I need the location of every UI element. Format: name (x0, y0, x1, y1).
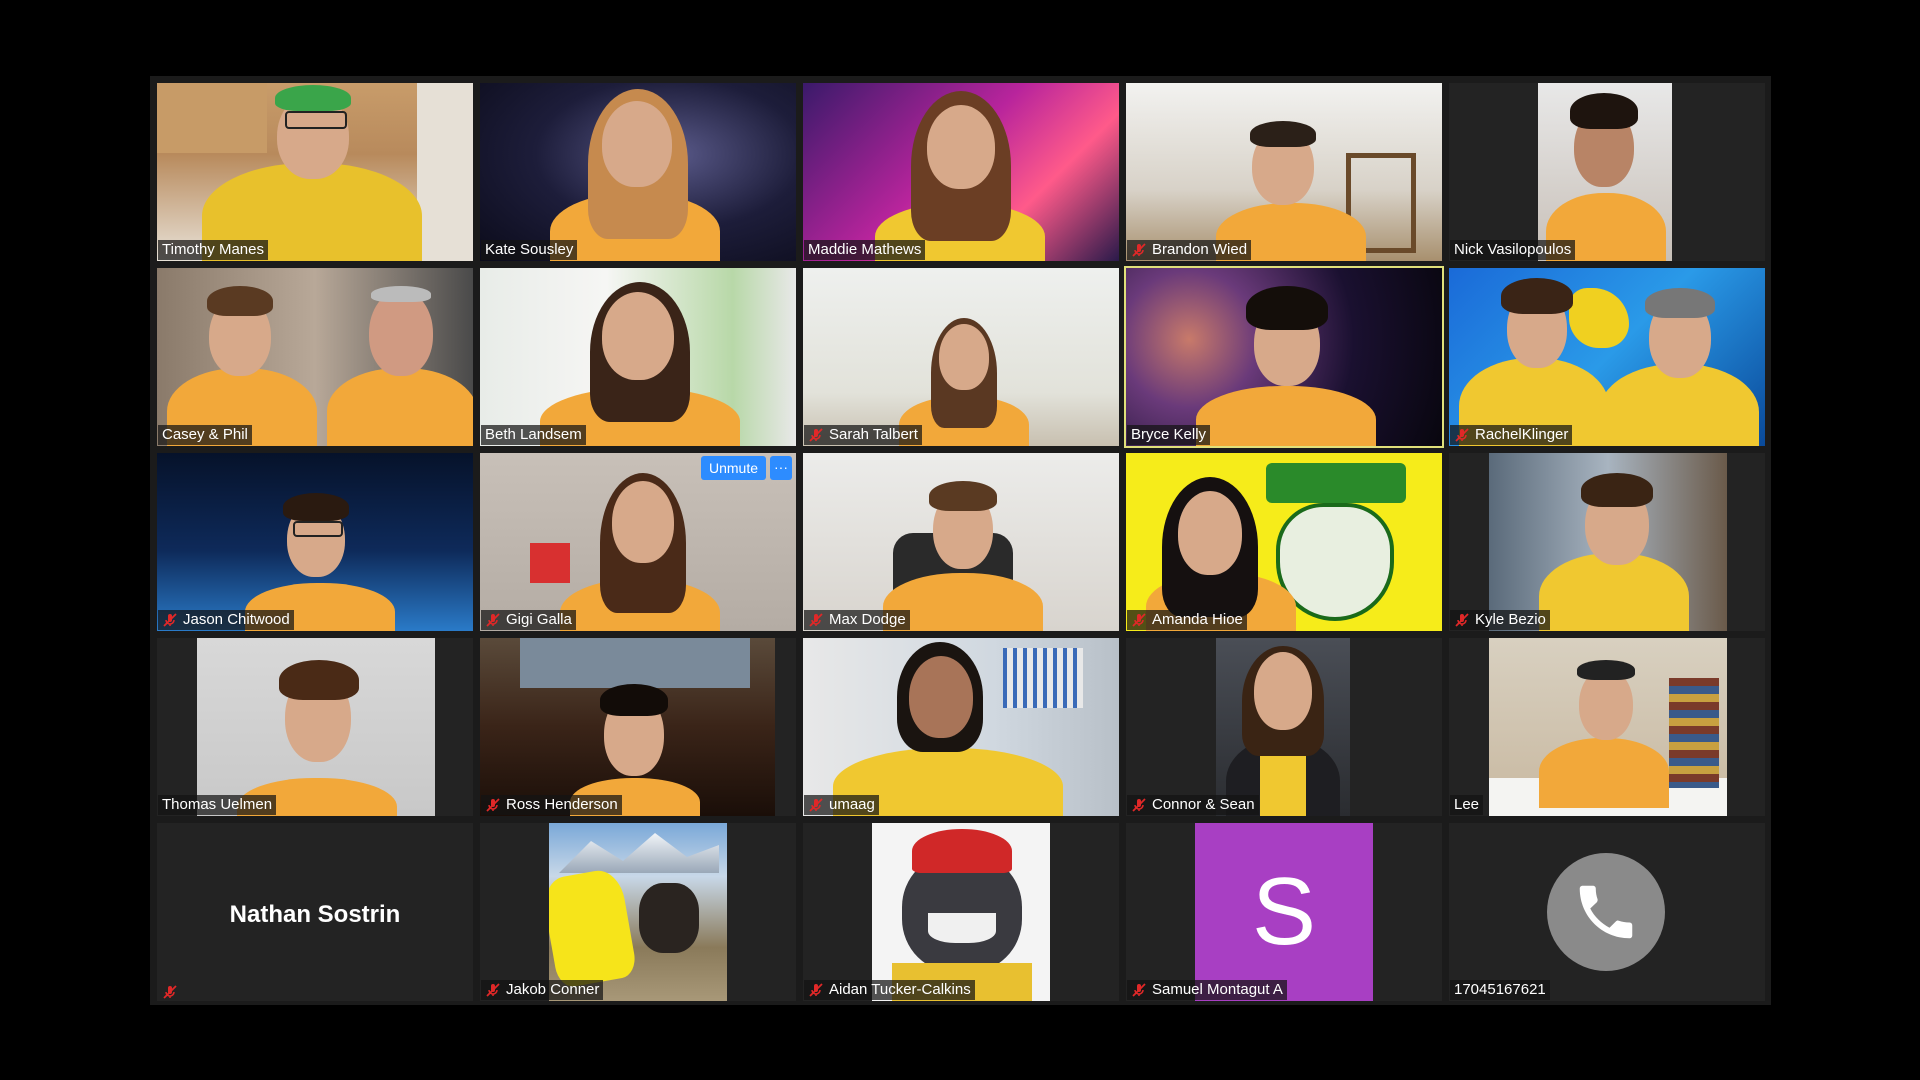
more-options-button[interactable]: ··· (770, 456, 792, 480)
participant-tile[interactable]: umaag (803, 638, 1119, 816)
participant-tile[interactable]: Nick Vasilopoulos (1449, 83, 1765, 261)
participant-video (1126, 453, 1442, 631)
participant-tile[interactable]: Maddie Mathews (803, 83, 1119, 261)
muted-mic-icon (1131, 242, 1147, 258)
muted-mic-icon (162, 984, 178, 1000)
participant-tile[interactable]: Kyle Bezio (1449, 453, 1765, 631)
muted-mic-icon (485, 612, 501, 628)
participant-display-name: Nathan Sostrin (229, 901, 401, 928)
participant-name: Ross Henderson (481, 795, 622, 815)
participant-name: Gigi Galla (481, 610, 576, 630)
participant-tile-video-off[interactable]: Nathan Sostrin (157, 823, 473, 1001)
participant-tile[interactable]: Thomas Uelmen (157, 638, 473, 816)
participant-tile-active-speaker[interactable]: Bryce Kelly (1124, 266, 1444, 448)
participant-video (197, 638, 435, 816)
participant-video (1126, 83, 1442, 261)
participant-video (803, 83, 1119, 261)
participant-video (803, 638, 1119, 816)
participant-name: Jason Chitwood (158, 610, 294, 630)
zoom-meeting-window: Timothy Manes Kate Sousley Maddie Mathew… (0, 0, 1920, 1080)
participant-name: RachelKlinger (1450, 425, 1573, 445)
participant-name: Jakob Conner (481, 980, 604, 1000)
participant-tile[interactable]: Sarah Talbert (803, 268, 1119, 446)
participant-tile[interactable]: RachelKlinger (1449, 268, 1765, 446)
muted-mic-icon (1454, 427, 1470, 443)
participant-name (158, 984, 187, 1000)
participant-video (1216, 638, 1350, 816)
participant-tile-video-off[interactable]: S Samuel Montagut A (1126, 823, 1442, 1001)
gallery-view: Timothy Manes Kate Sousley Maddie Mathew… (150, 76, 1771, 1005)
participant-tile-phone[interactable]: 17045167621 (1449, 823, 1765, 1001)
muted-mic-icon (1131, 612, 1147, 628)
participant-tile[interactable]: Beth Landsem (480, 268, 796, 446)
participant-name: Aidan Tucker-Calkins (804, 980, 975, 1000)
participant-tile[interactable]: Max Dodge (803, 453, 1119, 631)
participant-name: Beth Landsem (481, 425, 586, 445)
participant-name: Max Dodge (804, 610, 910, 630)
participant-tile[interactable]: Amanda Hioe (1126, 453, 1442, 631)
muted-mic-icon (485, 982, 501, 998)
participant-profile-picture (549, 823, 727, 1001)
participant-video (480, 268, 796, 446)
muted-mic-icon (808, 427, 824, 443)
participant-video (157, 83, 473, 261)
participant-tile[interactable]: Unmute ··· Gigi Galla (480, 453, 796, 631)
participant-name: Casey & Phil (158, 425, 252, 445)
participant-name: Kate Sousley (481, 240, 578, 260)
participant-name: Brandon Wied (1127, 240, 1252, 260)
participant-name: umaag (804, 795, 879, 815)
participant-profile-picture (872, 823, 1050, 1001)
muted-mic-icon (808, 982, 824, 998)
participant-video (157, 268, 473, 446)
participant-tile[interactable]: Ross Henderson (480, 638, 796, 816)
participant-video (157, 453, 473, 631)
participant-tile[interactable]: Casey & Phil (157, 268, 473, 446)
participant-tile[interactable]: Connor & Sean (1126, 638, 1442, 816)
participant-name: Bryce Kelly (1127, 425, 1211, 445)
participant-video (1126, 268, 1442, 446)
participant-name: Thomas Uelmen (158, 795, 277, 815)
participant-tile[interactable]: Jason Chitwood (157, 453, 473, 631)
participant-tile[interactable]: Timothy Manes (157, 83, 473, 261)
participant-video (803, 453, 1119, 631)
participant-name: Timothy Manes (158, 240, 268, 260)
participant-tile[interactable]: Aidan Tucker-Calkins (803, 823, 1119, 1001)
participant-name: Nick Vasilopoulos (1450, 240, 1576, 260)
muted-mic-icon (808, 612, 824, 628)
participant-tile[interactable]: Lee (1449, 638, 1765, 816)
participant-initial-avatar: S (1195, 823, 1373, 1001)
participant-tile[interactable]: Brandon Wied (1126, 83, 1442, 261)
participant-video (803, 268, 1119, 446)
participant-tile[interactable]: Jakob Conner (480, 823, 796, 1001)
participant-name: Maddie Mathews (804, 240, 926, 260)
participant-video (1449, 268, 1765, 446)
participant-video (1538, 83, 1672, 261)
participant-name: Connor & Sean (1127, 795, 1259, 815)
muted-mic-icon (1131, 797, 1147, 813)
participant-name: Amanda Hioe (1127, 610, 1247, 630)
participant-video (1489, 453, 1727, 631)
participant-name: Sarah Talbert (804, 425, 922, 445)
muted-mic-icon (1454, 612, 1470, 628)
muted-mic-icon (162, 612, 178, 628)
muted-mic-icon (808, 797, 824, 813)
unmute-button[interactable]: Unmute (700, 456, 766, 480)
participant-video (1489, 638, 1727, 816)
participant-name: Lee (1450, 795, 1484, 815)
participant-video (480, 83, 796, 261)
participant-name: Kyle Bezio (1450, 610, 1550, 630)
participant-tile[interactable]: Kate Sousley (480, 83, 796, 261)
participant-name: Samuel Montagut A (1127, 980, 1287, 1000)
phone-icon (1547, 853, 1665, 971)
participant-name: 17045167621 (1450, 980, 1550, 1000)
muted-mic-icon (1131, 982, 1147, 998)
muted-mic-icon (485, 797, 501, 813)
participant-video (480, 638, 775, 816)
